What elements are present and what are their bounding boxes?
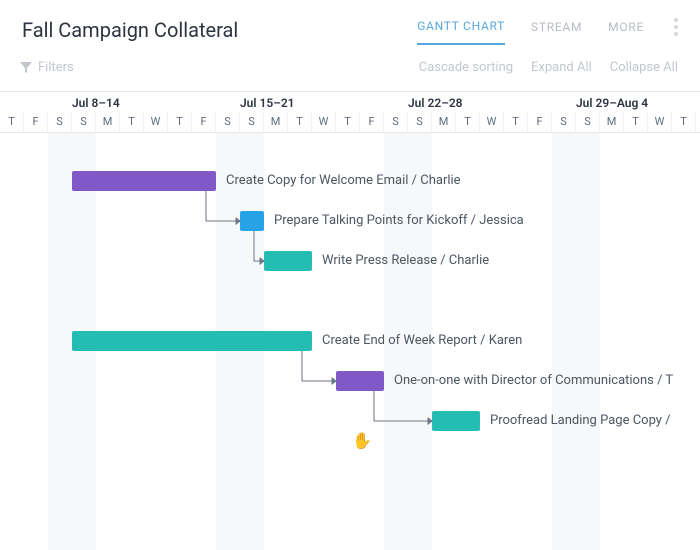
cascade-sorting-button[interactable]: Cascade sorting <box>419 60 513 75</box>
filters-button[interactable]: Filters <box>20 60 74 75</box>
day-column-header: T <box>0 112 24 132</box>
gantt-task-bar[interactable] <box>432 411 480 431</box>
day-column-header: T <box>288 112 312 132</box>
kebab-menu-icon[interactable] <box>674 18 678 46</box>
day-column-header: S <box>552 112 576 132</box>
week-label: Jul 15–21 <box>240 96 295 110</box>
collapse-all-button[interactable]: Collapse All <box>610 60 678 75</box>
view-tabs: GANTT CHART STREAM MORE <box>417 18 678 46</box>
timeline-header: Jul 8–14 Jul 15–21 Jul 22–28 Jul 29–Aug 4 T… <box>0 91 700 133</box>
day-column-header: M <box>600 112 624 132</box>
day-column-header: S <box>384 112 408 132</box>
gantt-task-label: Create Copy for Welcome Email / Charlie <box>226 171 461 191</box>
day-column-header: S <box>408 112 432 132</box>
gantt-task-label: Prepare Talking Points for Kickoff / Jes… <box>274 211 524 231</box>
day-column-header: T <box>504 112 528 132</box>
tab-more[interactable]: MORE <box>608 20 644 44</box>
day-column-header: T <box>336 112 360 132</box>
day-column-header: S <box>72 112 96 132</box>
day-column-header: W <box>480 112 504 132</box>
gantt-task-bar[interactable] <box>264 251 312 271</box>
day-column-header: M <box>264 112 288 132</box>
gantt-task-bar[interactable] <box>240 211 264 231</box>
filters-label: Filters <box>38 60 74 75</box>
day-column-header: S <box>240 112 264 132</box>
gantt-task-bar[interactable] <box>72 331 312 351</box>
day-column-header: W <box>312 112 336 132</box>
gantt-task-label: Write Press Release / Charlie <box>322 251 489 271</box>
tab-gantt[interactable]: GANTT CHART <box>417 19 505 45</box>
day-column-header: M <box>96 112 120 132</box>
gantt-task-label: Create End of Week Report / Karen <box>322 331 522 351</box>
weekend-column <box>48 133 72 550</box>
page-title: Fall Campaign Collateral <box>22 18 417 42</box>
day-column-header: F <box>360 112 384 132</box>
day-column-header: T <box>168 112 192 132</box>
day-column-header: M <box>432 112 456 132</box>
weekend-column <box>576 133 600 550</box>
tab-stream[interactable]: STREAM <box>531 20 582 44</box>
day-column-header: W <box>144 112 168 132</box>
gantt-chart-area[interactable]: ✋ Create Copy for Welcome Email / Charli… <box>0 133 700 550</box>
day-column-header: T <box>672 112 696 132</box>
week-label: Jul 22–28 <box>408 96 463 110</box>
gantt-task-label: One-on-one with Director of Communicatio… <box>394 371 673 391</box>
day-column-header: T <box>456 112 480 132</box>
gantt-task-bar[interactable] <box>72 171 216 191</box>
day-column-header: F <box>528 112 552 132</box>
expand-all-button[interactable]: Expand All <box>531 60 592 75</box>
day-column-header: S <box>48 112 72 132</box>
week-label: Jul 29–Aug 4 <box>576 96 648 110</box>
day-column-header: W <box>648 112 672 132</box>
day-column-header: T <box>624 112 648 132</box>
day-column-header: S <box>576 112 600 132</box>
gantt-task-label: Proofread Landing Page Copy / <box>490 411 671 431</box>
day-column-header: S <box>216 112 240 132</box>
weekend-column <box>552 133 576 550</box>
day-column-header: T <box>120 112 144 132</box>
day-column-header: F <box>24 112 48 132</box>
filter-icon <box>20 62 32 74</box>
week-label: Jul 8–14 <box>72 96 120 110</box>
pan-cursor-icon: ✋ <box>352 431 372 450</box>
gantt-task-bar[interactable] <box>336 371 384 391</box>
day-column-header: F <box>192 112 216 132</box>
